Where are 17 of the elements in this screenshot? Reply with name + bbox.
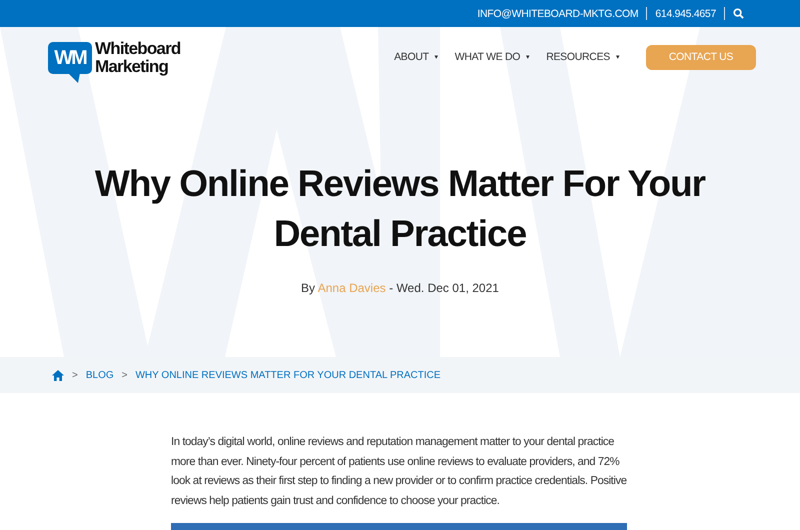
breadcrumb-link[interactable]: WHY ONLINE REVIEWS MATTER FOR YOUR DENTAL PRACTICE [135, 370, 441, 380]
search-icon[interactable] [733, 8, 744, 19]
nav-link[interactable]: ABOUT [394, 51, 429, 63]
email-link[interactable]: INFO@WHITEBOARD-MKTG.COM [477, 8, 638, 20]
separator: > [122, 370, 128, 380]
byline-text: By [301, 281, 316, 295]
phone-link[interactable]: 614.945.4657 [655, 8, 716, 20]
nav-link[interactable]: RESOURCES [546, 51, 610, 63]
post-date: - Wed. Dec 01, 2021 [389, 281, 499, 295]
separator: > [72, 370, 78, 380]
article-paragraph: In today’s digital world, online reviews and reputation management matter to your dental practice more than ever. Ninety-four percent of patients use online reviews to evaluate providers, and 72% look at reviews as their first step to finding a new provider or to confirm practice credentials. Positive reviews help patients gain trust and confidence to choose your practice. [171, 435, 628, 508]
article-title: Why Online Reviews Matter For Your Dental Practice [94, 162, 706, 256]
home-icon[interactable] [52, 370, 64, 380]
nav-link[interactable]: WHAT WE DO [454, 51, 520, 63]
breadcrumb-link[interactable]: BLOG [86, 370, 114, 380]
logo-text: Marketing [95, 58, 170, 76]
logo-text: Whiteboard [95, 40, 180, 58]
